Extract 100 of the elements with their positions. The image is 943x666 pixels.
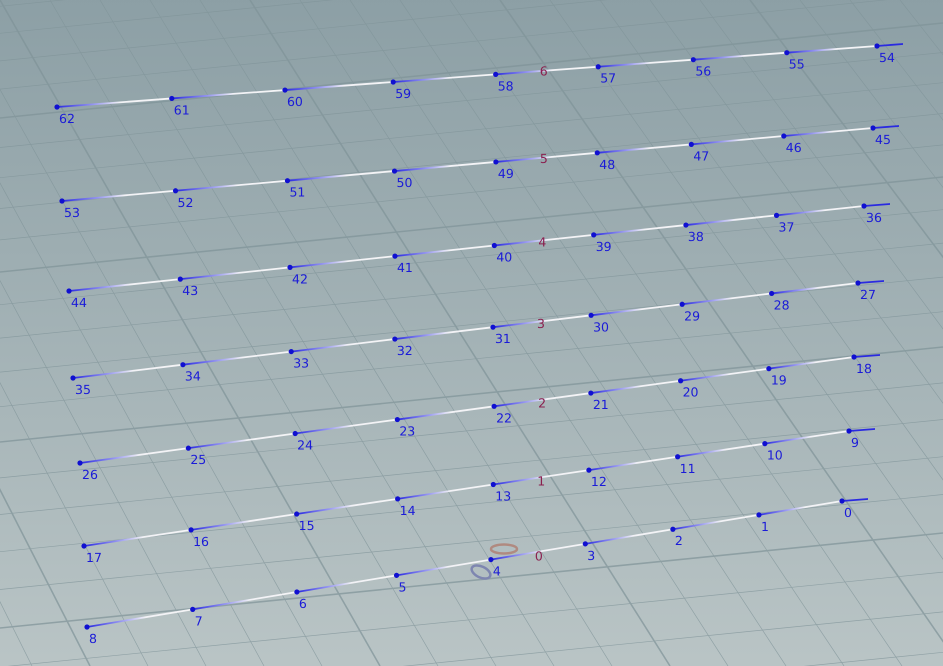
ring-marker-icon xyxy=(470,564,492,580)
point-number: 42 xyxy=(292,271,308,286)
point-number: 51 xyxy=(289,184,306,200)
point-dot-icon xyxy=(762,441,768,446)
point-dot-icon xyxy=(846,428,852,434)
point-dot-icon xyxy=(70,375,76,381)
point-number: 16 xyxy=(193,534,209,549)
point-dot-icon xyxy=(756,512,762,518)
point-dot-icon xyxy=(488,557,494,562)
point-dot-icon xyxy=(586,468,592,473)
point-dot-icon xyxy=(395,496,400,502)
point-dot-icon xyxy=(492,242,497,248)
point-dot-icon xyxy=(774,212,780,218)
point-number: 41 xyxy=(396,260,413,276)
point-number: 62 xyxy=(59,111,75,126)
point-number: 44 xyxy=(71,295,87,310)
point-dot-icon xyxy=(186,446,191,451)
point-dot-icon xyxy=(781,133,786,139)
point-number: 27 xyxy=(860,287,876,302)
point-number: 12 xyxy=(590,474,607,490)
point-dot-icon xyxy=(493,72,498,77)
point-dot-icon xyxy=(178,276,183,282)
point-number: 2 xyxy=(674,533,683,548)
point-dot-icon xyxy=(493,159,498,165)
point-dot-icon xyxy=(874,43,880,49)
primitive-number: 0 xyxy=(534,548,543,564)
point-number: 33 xyxy=(293,356,310,371)
point-number: 58 xyxy=(498,78,514,94)
point-number: 19 xyxy=(770,372,787,388)
point-number: 22 xyxy=(496,410,512,426)
point-number: 36 xyxy=(866,210,882,225)
point-dot-icon xyxy=(190,606,196,612)
point-number: 48 xyxy=(599,156,616,172)
point-dot-icon xyxy=(861,203,867,209)
point-number: 52 xyxy=(178,194,194,210)
point-dot-icon xyxy=(839,498,845,504)
point-number: 3 xyxy=(587,548,596,563)
point-number: 4 xyxy=(492,564,501,579)
point-dot-icon xyxy=(596,64,601,70)
point-number: 7 xyxy=(194,613,203,628)
point-number: 1 xyxy=(760,518,769,534)
point-number: 37 xyxy=(778,219,794,234)
point-number: 38 xyxy=(688,229,704,244)
point-number: 39 xyxy=(596,238,612,254)
ring-marker-icon xyxy=(490,543,518,555)
point-number: 14 xyxy=(400,502,416,518)
point-number: 28 xyxy=(774,297,790,312)
point-dot-icon xyxy=(59,198,65,204)
point-number: 60 xyxy=(286,94,303,110)
point-number: 49 xyxy=(498,166,514,181)
point-number: 31 xyxy=(494,331,511,346)
point-dot-icon xyxy=(670,526,676,532)
point-number: 0 xyxy=(844,505,852,520)
point-number: 6 xyxy=(298,596,307,611)
point-dot-icon xyxy=(169,96,174,102)
point-number: 24 xyxy=(297,438,314,453)
point-number: 43 xyxy=(182,283,198,298)
point-number: 10 xyxy=(766,448,783,463)
primitive-number: 3 xyxy=(536,316,545,332)
point-number: 55 xyxy=(788,56,805,72)
point-dot-icon xyxy=(394,416,400,422)
point-dot-icon xyxy=(683,222,689,228)
point-number: 15 xyxy=(298,518,315,534)
primitive-number: 1 xyxy=(537,473,546,488)
point-dot-icon xyxy=(392,168,398,174)
point-number: 50 xyxy=(396,175,412,190)
point-dot-icon xyxy=(688,142,694,147)
point-dot-icon xyxy=(284,178,290,184)
point-dot-icon xyxy=(54,104,60,110)
point-number: 56 xyxy=(695,64,712,79)
point-dot-icon xyxy=(288,349,294,354)
point-dot-icon xyxy=(490,482,496,488)
point-number: 61 xyxy=(174,102,190,118)
point-number: 9 xyxy=(851,435,859,450)
point-number: 17 xyxy=(86,550,102,565)
point-number: 25 xyxy=(190,452,206,468)
point-number: 13 xyxy=(495,488,512,504)
point-dot-icon xyxy=(594,150,600,156)
primitive-number: 4 xyxy=(538,234,546,250)
point-dot-icon xyxy=(282,87,288,93)
point-number: 30 xyxy=(593,319,609,334)
point-dot-icon xyxy=(392,336,398,342)
point-number: 35 xyxy=(75,382,91,397)
point-number: 29 xyxy=(684,308,700,324)
point-dot-icon xyxy=(870,125,876,131)
point-dot-icon xyxy=(678,378,684,384)
point-dot-icon xyxy=(675,454,680,460)
point-number: 8 xyxy=(89,631,97,646)
point-dot-icon xyxy=(84,624,90,630)
point-number: 11 xyxy=(680,460,696,476)
point-dot-icon xyxy=(66,288,72,294)
point-number: 53 xyxy=(64,205,80,220)
point-number: 5 xyxy=(398,579,406,594)
point-number: 46 xyxy=(786,140,802,156)
point-number: 26 xyxy=(82,467,98,482)
point-number: 54 xyxy=(879,50,895,65)
point-number: 21 xyxy=(592,397,609,412)
primitive-number: 2 xyxy=(538,395,546,410)
point-dot-icon xyxy=(855,280,861,286)
point-dot-icon xyxy=(287,264,293,270)
